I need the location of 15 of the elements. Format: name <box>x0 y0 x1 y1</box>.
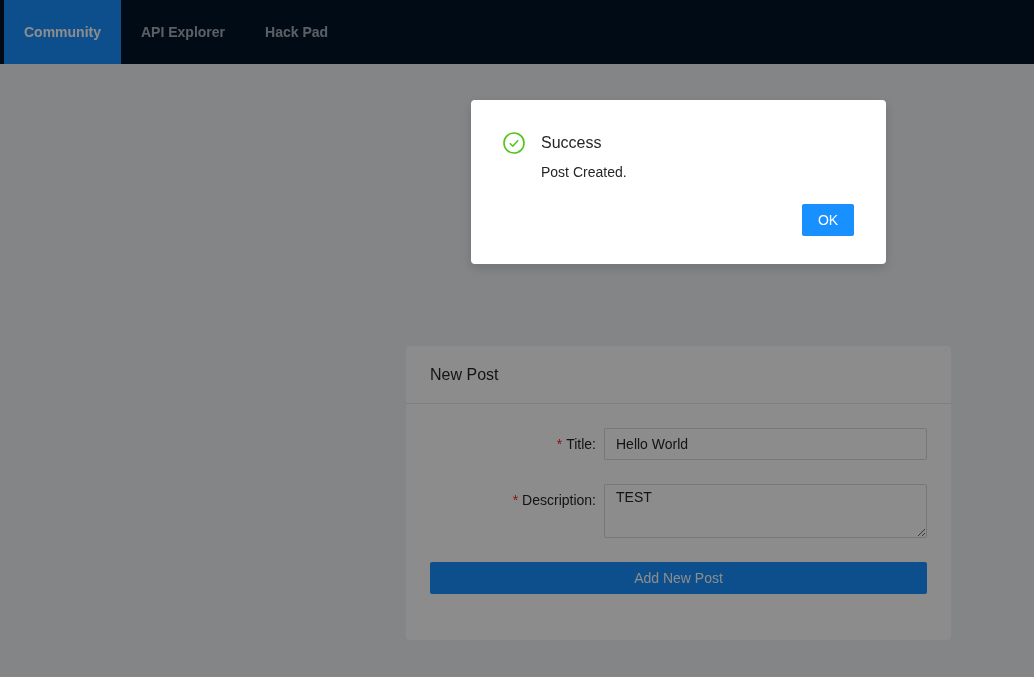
dialog-title: Success <box>541 134 602 152</box>
check-circle-icon <box>503 132 525 154</box>
nav-tab[interactable]: Community <box>4 0 121 64</box>
nav-tab[interactable]: Hack Pad <box>245 0 349 64</box>
nav-tab[interactable]: API Explorer <box>121 0 246 64</box>
required-mark: * <box>556 435 563 454</box>
required-mark: * <box>512 491 519 510</box>
card-title: New Post <box>430 365 499 384</box>
field-label: Title: <box>566 435 596 454</box>
input-field[interactable]: Hello World <box>604 428 927 460</box>
field-label: Description: <box>522 491 596 510</box>
dialog-message: Post Created. <box>541 164 628 180</box>
textarea-field[interactable]: TEST <box>604 484 927 538</box>
ok-button[interactable]: OK <box>802 204 854 236</box>
add-post-button[interactable]: Add New Post <box>430 562 927 594</box>
